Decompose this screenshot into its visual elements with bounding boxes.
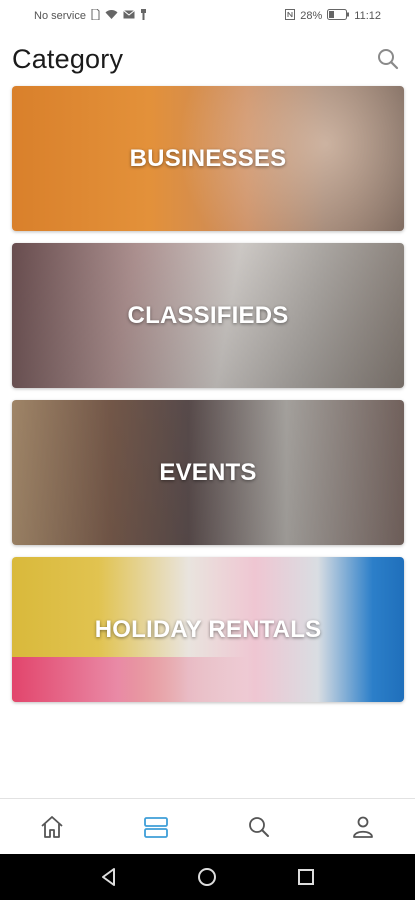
page-title: Category bbox=[12, 44, 124, 74]
clock: 11:12 bbox=[354, 10, 381, 22]
category-label: BUSINESSES bbox=[129, 144, 287, 172]
profile-icon bbox=[353, 816, 374, 838]
status-right: 28% 11:12 bbox=[285, 9, 381, 23]
nav-categories[interactable] bbox=[126, 802, 186, 852]
carrier-text: No service bbox=[34, 10, 86, 22]
search-icon bbox=[249, 816, 270, 837]
category-label: EVENTS bbox=[159, 458, 257, 486]
home-circle-icon bbox=[198, 868, 217, 886]
recents-icon bbox=[297, 869, 314, 885]
category-label: HOLIDAY RENTALS bbox=[94, 615, 322, 643]
category-card-holiday-rentals[interactable]: HOLIDAY RENTALS bbox=[12, 557, 404, 702]
status-bar: No service 28% 11:12 bbox=[0, 0, 415, 32]
home-button[interactable] bbox=[187, 857, 227, 897]
status-left: No service bbox=[34, 8, 147, 23]
category-card-businesses[interactable]: BUSINESSES bbox=[12, 86, 404, 231]
home-icon bbox=[41, 815, 63, 838]
wifi-icon bbox=[105, 9, 118, 23]
usb-icon bbox=[140, 9, 147, 23]
category-label: CLASSIFIEDS bbox=[127, 301, 289, 329]
system-nav-bar bbox=[0, 854, 415, 900]
nav-search[interactable] bbox=[229, 802, 289, 852]
nav-home[interactable] bbox=[22, 802, 82, 852]
nfc-icon bbox=[285, 9, 296, 23]
back-button[interactable] bbox=[89, 857, 129, 897]
recents-button[interactable] bbox=[286, 857, 326, 897]
app-header: Category bbox=[0, 40, 415, 80]
categories-icon bbox=[143, 816, 168, 838]
bottom-nav bbox=[0, 798, 415, 854]
category-card-classifieds[interactable]: CLASSIFIEDS bbox=[12, 243, 404, 388]
nav-profile[interactable] bbox=[333, 802, 393, 852]
sim-icon bbox=[91, 8, 100, 23]
search-icon bbox=[378, 49, 399, 70]
battery-icon bbox=[327, 9, 350, 23]
battery-percent: 28% bbox=[300, 10, 323, 22]
mail-icon bbox=[123, 10, 135, 22]
back-icon bbox=[102, 868, 116, 886]
search-button[interactable] bbox=[375, 46, 401, 72]
category-card-events[interactable]: EVENTS bbox=[12, 400, 404, 545]
